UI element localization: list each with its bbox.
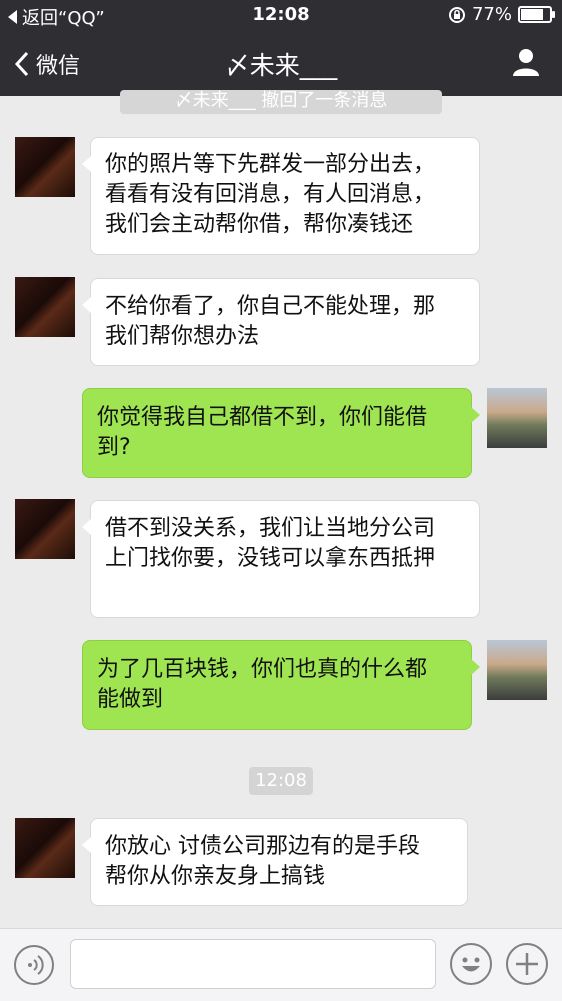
- my-avatar[interactable]: [487, 640, 547, 700]
- message-bubble-incoming[interactable]: 你的照片等下先群发一部分出去， 看看有没有回消息，有人回消息， 我们会主动帮你借…: [82, 137, 480, 255]
- message-line: 你放心 讨债公司那边有的是手段: [105, 834, 420, 859]
- smiley-icon: [462, 957, 480, 972]
- message-input[interactable]: [70, 939, 436, 989]
- message-bubble-incoming[interactable]: 不给你看了，你自己不能处理，那 我们帮你想办法: [82, 278, 480, 366]
- message-line: 我们会主动帮你借，帮你凑钱还: [105, 212, 414, 237]
- voice-icon: [28, 955, 44, 975]
- battery-icon: [518, 6, 555, 23]
- message-line: 你觉得我自己都借不到，你们能借: [97, 405, 428, 430]
- message-bubble-incoming[interactable]: 你放心 讨债公司那边有的是手段 帮你从你亲友身上搞钱: [82, 818, 468, 906]
- message-line: 你的照片等下先群发一部分出去，: [105, 152, 436, 177]
- message-line: 看看有没有回消息，有人回消息，: [105, 182, 436, 207]
- battery-percent: 77%: [471, 4, 512, 25]
- my-avatar[interactable]: [487, 388, 547, 448]
- more-button[interactable]: [506, 943, 548, 985]
- battery-fill: [521, 9, 543, 20]
- message-line: 上门找你要，没钱可以拿东西抵押: [105, 546, 436, 571]
- status-bar: 返回“QQ” 12:08 77%: [0, 0, 562, 30]
- contact-avatar[interactable]: [15, 499, 75, 559]
- chat-title: 〆未来___: [224, 51, 338, 80]
- message-line: 为了几百块钱，你们也真的什么都: [97, 657, 428, 682]
- time-divider: 12:08: [249, 767, 313, 795]
- message-line: 帮你从你亲友身上搞钱: [105, 864, 326, 889]
- message-line: 我们帮你想办法: [105, 324, 260, 349]
- message-line: 不给你看了，你自己不能处理，那: [105, 294, 436, 319]
- message-line: 到?: [97, 435, 131, 460]
- message-bubble-incoming[interactable]: 借不到没关系，我们让当地分公司 上门找你要，没钱可以拿东西抵押: [82, 500, 480, 618]
- contact-avatar[interactable]: [15, 137, 75, 197]
- message-bubble-outgoing[interactable]: 你觉得我自己都借不到，你们能借 到?: [82, 388, 480, 478]
- input-bar: [0, 928, 562, 1001]
- contact-avatar[interactable]: [15, 818, 75, 878]
- message-line: 能做到: [97, 687, 164, 712]
- status-right: 77%: [448, 4, 555, 25]
- recall-notice: 〆未来___ 撤回了一条消息: [120, 90, 442, 114]
- rotation-lock-icon: [448, 6, 465, 23]
- message-line: 借不到没关系，我们让当地分公司: [105, 516, 436, 541]
- emoji-button[interactable]: [450, 943, 492, 985]
- top-bar: 返回“QQ” 12:08 77% 微信 〆未来___: [0, 0, 562, 96]
- contact-avatar[interactable]: [15, 277, 75, 337]
- message-bubble-outgoing[interactable]: 为了几百块钱，你们也真的什么都 能做到: [82, 640, 480, 730]
- nav-bar: 微信 〆未来___: [0, 40, 562, 90]
- profile-icon[interactable]: [510, 46, 542, 78]
- voice-button[interactable]: [14, 945, 54, 985]
- plus-icon: [516, 953, 538, 975]
